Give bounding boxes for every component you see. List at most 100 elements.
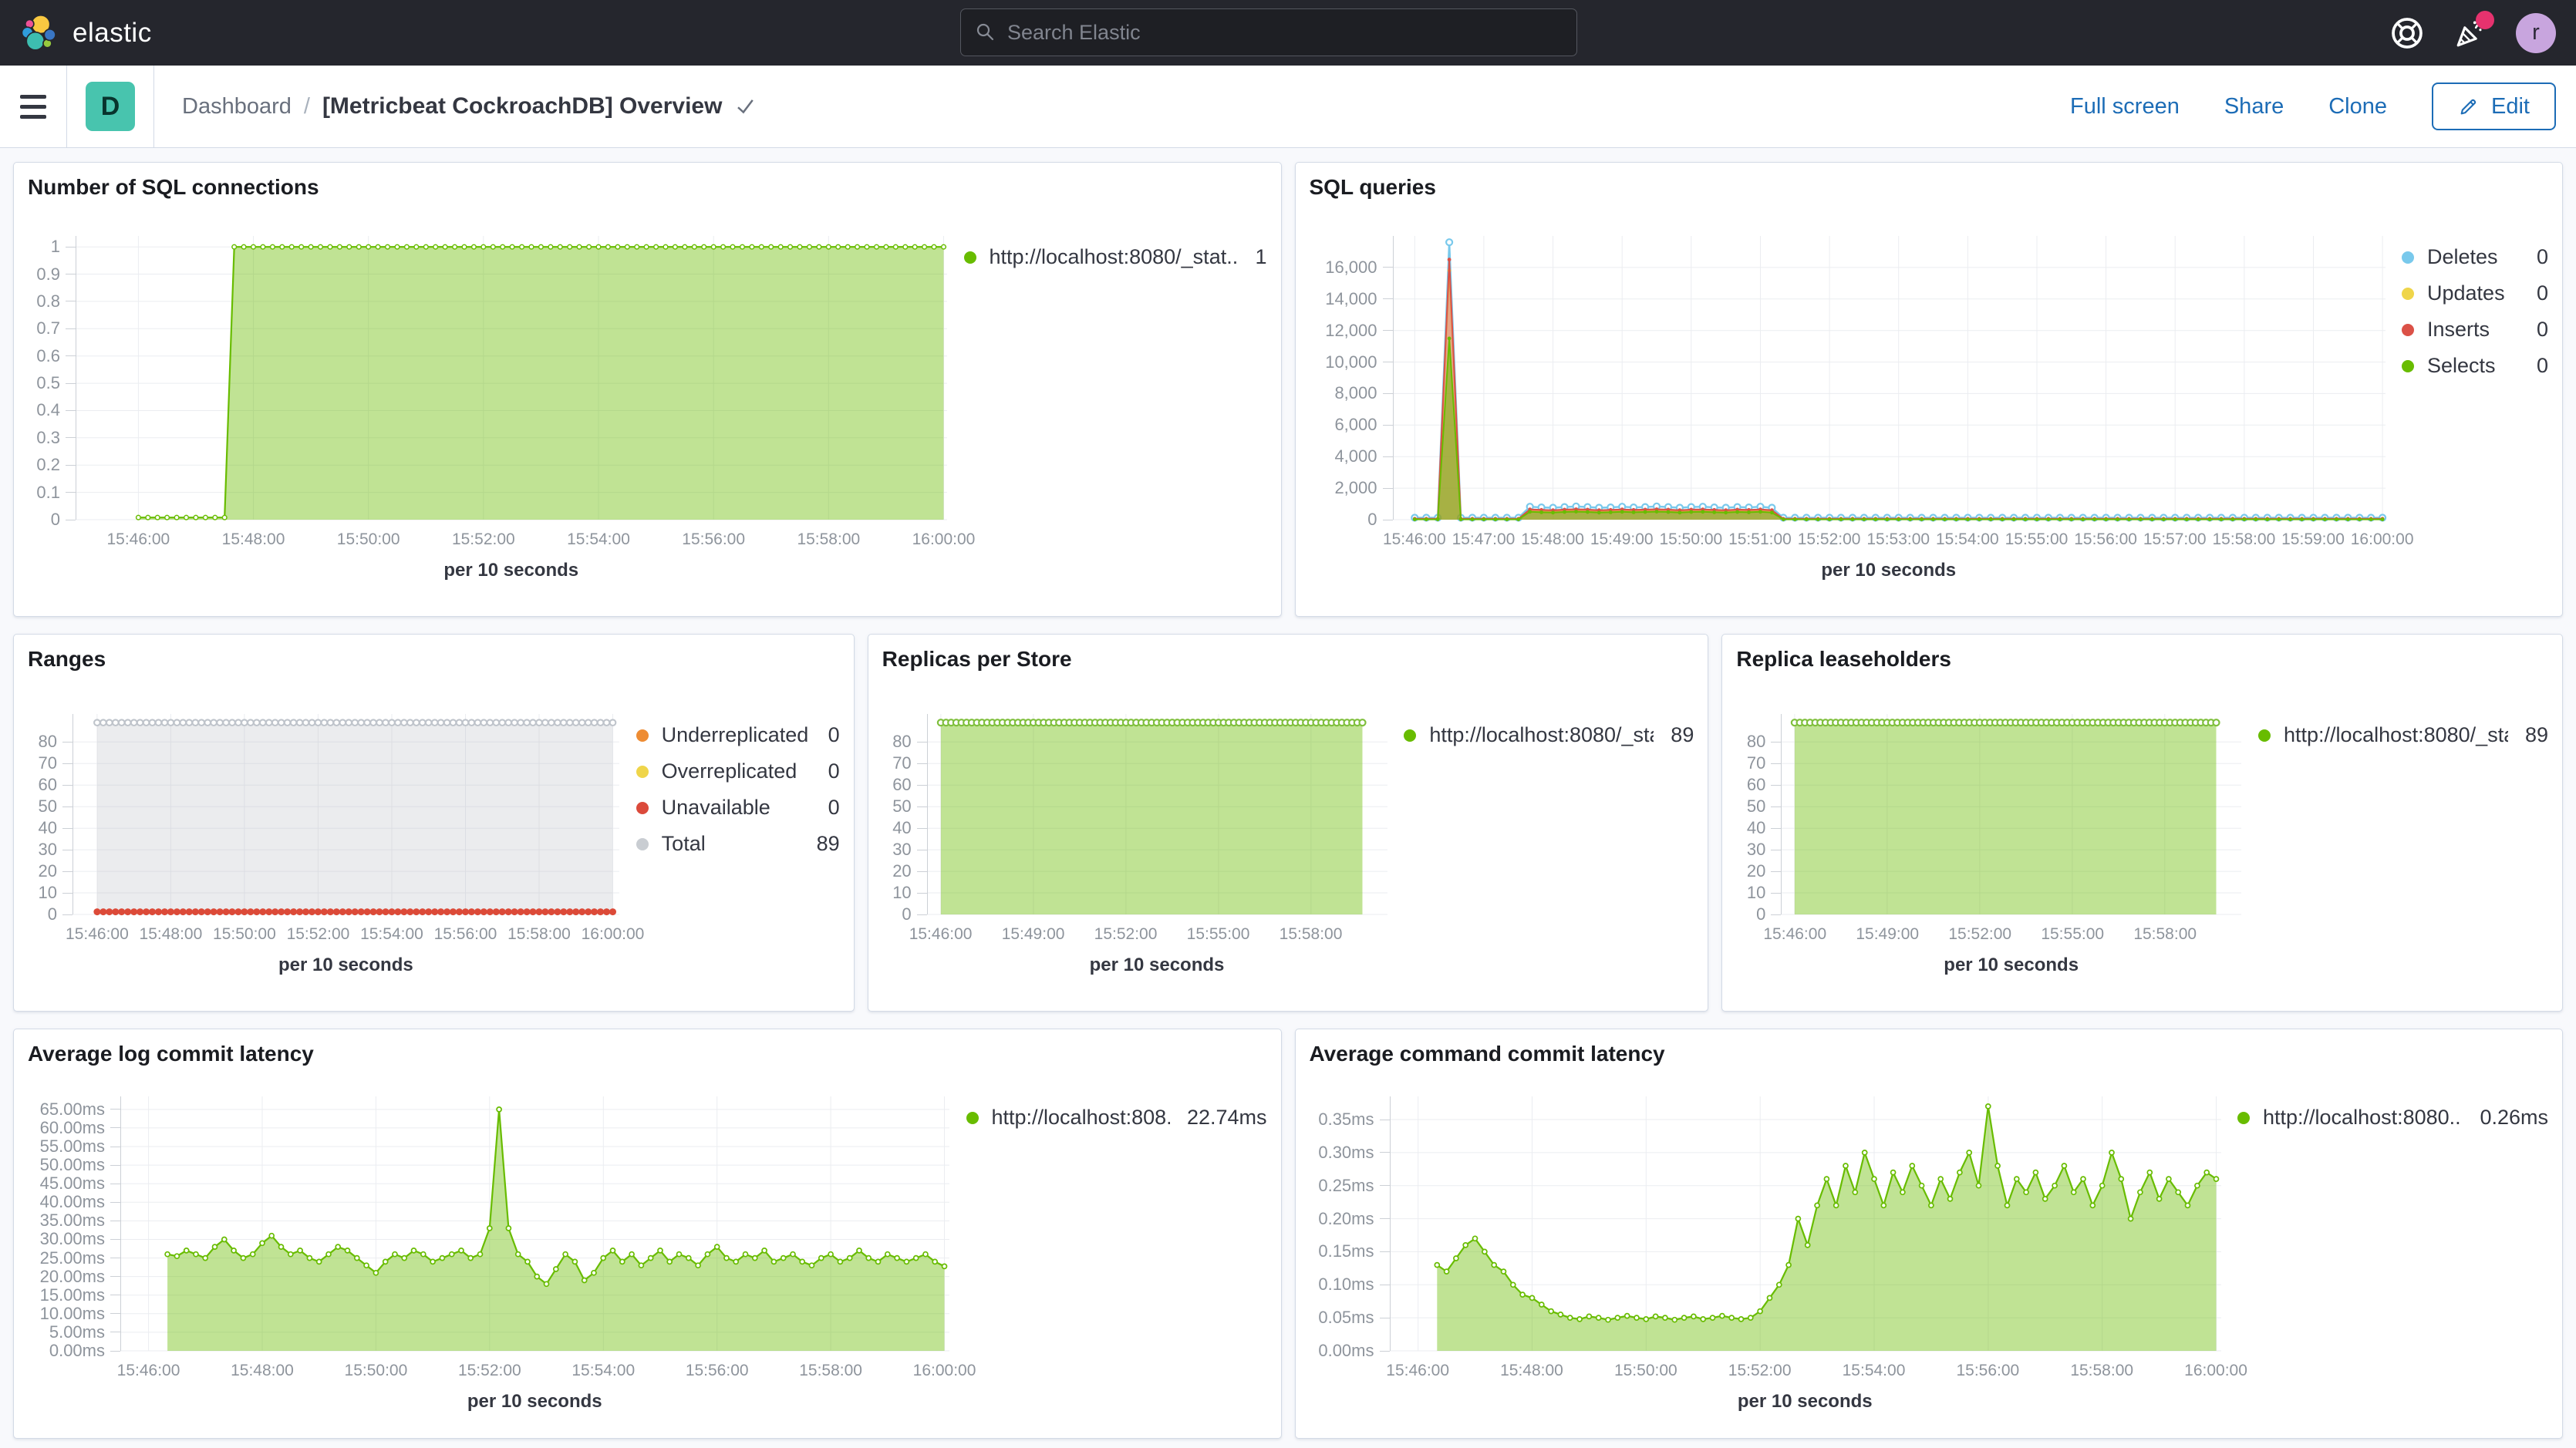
legend-item[interactable]: Total89 bbox=[636, 832, 840, 856]
y-tick-label: 60 bbox=[892, 775, 926, 795]
legend-value: 0 bbox=[811, 796, 840, 820]
elastic-logo[interactable]: elastic bbox=[20, 13, 152, 53]
user-avatar[interactable]: r bbox=[2516, 13, 2556, 53]
x-axis-label: per 10 seconds bbox=[1393, 560, 2385, 581]
dashboard-app-badge[interactable]: D bbox=[86, 82, 135, 131]
legend-swatch bbox=[964, 251, 976, 264]
y-tick-label: 6,000 bbox=[1334, 415, 1392, 435]
pencil-icon bbox=[2458, 96, 2480, 117]
logo-wordmark: elastic bbox=[72, 18, 152, 49]
legend-item[interactable]: Updates0 bbox=[2402, 281, 2548, 305]
chart-legend: http://localhost:8080...0.26ms bbox=[2220, 1096, 2548, 1413]
x-tick-label: 15:50:00 bbox=[1659, 530, 1722, 549]
legend-label: Inserts bbox=[2427, 318, 2490, 342]
x-axis-label: per 10 seconds bbox=[120, 1391, 949, 1413]
chart-canvas[interactable] bbox=[1393, 236, 2385, 520]
legend-item[interactable]: http://localhost:8080/_stat...1 bbox=[964, 245, 1267, 269]
menu-button[interactable] bbox=[0, 66, 66, 147]
edit-button[interactable]: Edit bbox=[2432, 83, 2556, 130]
x-tick-label: 15:56:00 bbox=[682, 530, 745, 549]
legend-item[interactable]: http://localhost:8080...0.26ms bbox=[2237, 1106, 2548, 1130]
x-tick-label: 15:48:00 bbox=[222, 530, 285, 549]
search-icon bbox=[975, 22, 996, 43]
legend-item[interactable]: Unavailable 0 bbox=[636, 796, 840, 820]
chart-plot[interactable] bbox=[76, 236, 947, 520]
x-tick-label: 15:59:00 bbox=[2281, 530, 2345, 549]
page-title: [Metricbeat CockroachDB] Overview bbox=[322, 93, 723, 120]
chart-canvas[interactable] bbox=[76, 236, 947, 520]
y-axis: 0.00ms5.00ms10.00ms15.00ms20.00ms25.00ms… bbox=[28, 1096, 120, 1351]
global-search[interactable] bbox=[960, 8, 1577, 56]
newsfeed-button[interactable] bbox=[2453, 15, 2488, 51]
y-tick-label: 10 bbox=[39, 883, 72, 903]
x-tick-label: 15:56:00 bbox=[1956, 1362, 2019, 1380]
y-tick-label: 30 bbox=[892, 840, 926, 860]
y-axis: 0.00ms0.05ms0.10ms0.15ms0.20ms0.25ms0.30… bbox=[1310, 1096, 1390, 1351]
x-axis: 15:46:0015:47:0015:48:0015:49:0015:50:00… bbox=[1393, 523, 2385, 554]
y-tick-label: 0.1 bbox=[36, 483, 76, 503]
y-tick-label: 60 bbox=[39, 775, 72, 795]
search-input[interactable] bbox=[1007, 21, 1563, 45]
y-axis: 01020304050607080 bbox=[28, 714, 72, 914]
chart-canvas[interactable] bbox=[72, 714, 619, 914]
legend-value: 89 bbox=[1654, 723, 1694, 747]
x-tick-label: 15:50:00 bbox=[337, 530, 400, 549]
breadcrumb-dashboard-link[interactable]: Dashboard bbox=[182, 94, 292, 120]
legend-swatch bbox=[2402, 288, 2414, 300]
legend-item[interactable]: Deletes0 bbox=[2402, 245, 2548, 269]
y-axis: 01020304050607080 bbox=[882, 714, 927, 914]
legend-value: 0 bbox=[2520, 318, 2548, 342]
chart-plot[interactable] bbox=[927, 714, 1387, 914]
x-axis-label: per 10 seconds bbox=[76, 560, 947, 581]
x-tick-label: 15:58:00 bbox=[1280, 925, 1343, 944]
legend-value: 22.74ms bbox=[1170, 1106, 1267, 1130]
y-tick-label: 4,000 bbox=[1334, 446, 1392, 466]
legend-item[interactable]: http://localhost:8080/_sta...89 bbox=[2258, 723, 2548, 747]
chart-plot[interactable] bbox=[1781, 714, 2241, 914]
x-tick-label: 15:56:00 bbox=[434, 925, 497, 944]
legend-swatch bbox=[636, 766, 649, 778]
y-tick-label: 0.2 bbox=[36, 455, 76, 475]
chart-plot[interactable] bbox=[120, 1096, 949, 1351]
chart-canvas[interactable] bbox=[1781, 714, 2241, 914]
full-screen-button[interactable]: Full screen bbox=[2070, 94, 2180, 120]
edit-button-label: Edit bbox=[2491, 94, 2530, 120]
chart-plot[interactable] bbox=[1393, 236, 2385, 520]
x-tick-label: 15:57:00 bbox=[2143, 530, 2207, 549]
legend-value: 0 bbox=[2520, 281, 2548, 305]
y-tick-label: 50 bbox=[1747, 796, 1781, 817]
y-tick-label: 30 bbox=[39, 840, 72, 860]
legend-value: 89 bbox=[800, 832, 840, 856]
chart-plot[interactable] bbox=[1390, 1096, 2221, 1351]
legend-item[interactable]: Selects0 bbox=[2402, 354, 2548, 378]
legend-label: Unavailable bbox=[662, 796, 770, 820]
chart-canvas[interactable] bbox=[1390, 1096, 2221, 1351]
legend-item[interactable]: http://localhost:808...22.74ms bbox=[966, 1106, 1267, 1130]
y-tick-label: 20 bbox=[1747, 861, 1781, 881]
legend-label: http://localhost:8080/_stat... bbox=[990, 245, 1239, 269]
y-tick-label: 80 bbox=[39, 732, 72, 752]
chart-canvas[interactable] bbox=[120, 1096, 949, 1351]
share-button[interactable]: Share bbox=[2224, 94, 2284, 120]
y-tick-label: 70 bbox=[39, 753, 72, 773]
y-tick-label: 0.00ms bbox=[49, 1341, 120, 1361]
legend-item[interactable]: Underreplicated0 bbox=[636, 723, 840, 747]
y-tick-label: 0.35ms bbox=[1318, 1110, 1389, 1130]
legend-item[interactable]: Inserts 0 bbox=[2402, 318, 2548, 342]
help-button[interactable] bbox=[2389, 15, 2425, 51]
x-tick-label: 15:50:00 bbox=[1614, 1362, 1677, 1380]
chart-legend: Deletes0 Updates0 Inserts 0 Selects0 bbox=[2385, 236, 2548, 581]
chart-plot[interactable] bbox=[72, 714, 619, 914]
chart-legend: Underreplicated0 Overreplicated0 Unavailab… bbox=[619, 714, 840, 976]
dashboard-toolbar: D Dashboard / [Metricbeat CockroachDB] O… bbox=[0, 66, 2576, 148]
y-tick-label: 80 bbox=[1747, 732, 1781, 752]
x-tick-label: 15:51:00 bbox=[1728, 530, 1792, 549]
x-tick-label: 16:00:00 bbox=[582, 925, 645, 944]
clone-button[interactable]: Clone bbox=[2328, 94, 2387, 120]
legend-item[interactable]: Overreplicated0 bbox=[636, 759, 840, 783]
y-tick-label: 1 bbox=[51, 237, 76, 257]
legend-item[interactable]: http://localhost:8080/_sta...89 bbox=[1404, 723, 1694, 747]
chart-canvas[interactable] bbox=[927, 714, 1387, 914]
y-tick-label: 80 bbox=[892, 732, 926, 752]
y-tick-label: 5.00ms bbox=[49, 1322, 120, 1342]
